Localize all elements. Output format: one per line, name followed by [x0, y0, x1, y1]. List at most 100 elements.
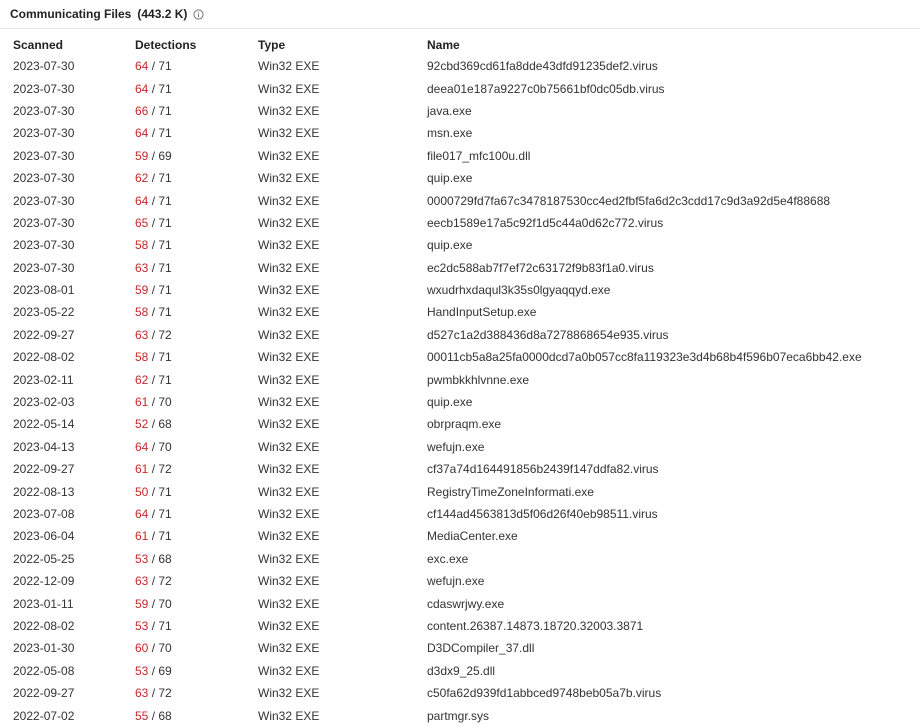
detections-cell[interactable]: 59 / 70 [129, 592, 252, 614]
detections-cell[interactable]: 53 / 69 [129, 660, 252, 682]
detections-cell[interactable]: 63 / 72 [129, 570, 252, 592]
table-row[interactable]: 2022-08-02 58 / 71 Win32 EXE 00011cb5a8a25f… [7, 346, 901, 368]
file-name-link[interactable]: wefujn.exe [421, 436, 901, 458]
detections-cell[interactable]: 53 / 68 [129, 548, 252, 570]
column-header-name[interactable]: Name [421, 35, 901, 55]
detections-cell[interactable]: 64 / 71 [129, 77, 252, 99]
table-row[interactable]: 2023-04-13 64 / 70 Win32 EXE wefujn.exe [7, 436, 901, 458]
detections-cell[interactable]: 62 / 71 [129, 167, 252, 189]
table-row[interactable]: 2022-12-09 63 / 72 Win32 EXE wefujn.exe [7, 570, 901, 592]
detections-cell[interactable]: 63 / 72 [129, 324, 252, 346]
file-name-link[interactable]: wxudrhxdaqul3k35s0lgyaqqyd.exe [421, 279, 901, 301]
table-row[interactable]: 2022-07-02 55 / 68 Win32 EXE partmgr.sys [7, 704, 901, 726]
detections-cell[interactable]: 61 / 71 [129, 525, 252, 547]
file-type: Win32 EXE [258, 462, 320, 477]
detections-cell[interactable]: 62 / 71 [129, 368, 252, 390]
detections-cell[interactable]: 66 / 71 [129, 100, 252, 122]
scanned-date: 2023-07-30 [13, 171, 75, 186]
table-row[interactable]: 2023-07-30 63 / 71 Win32 EXE ec2dc588ab7f7e… [7, 257, 901, 279]
table-row[interactable]: 2023-01-30 60 / 70 Win32 EXE D3DCompiler_37… [7, 637, 901, 659]
detections-cell[interactable]: 50 / 71 [129, 480, 252, 502]
file-name-link[interactable]: pwmbkkhlvnne.exe [421, 368, 901, 390]
table-row[interactable]: 2022-08-13 50 / 71 Win32 EXE RegistryTimeZo… [7, 480, 901, 502]
file-name-link[interactable]: file017_mfc100u.dll [421, 145, 901, 167]
table-row[interactable]: 2023-07-30 65 / 71 Win32 EXE eecb1589e17a5c… [7, 212, 901, 234]
file-name-link[interactable]: 0000729fd7fa67c3478187530cc4ed2fbf5fa6d2… [421, 189, 901, 211]
detections-cell[interactable]: 55 / 68 [129, 704, 252, 726]
detections-cell[interactable]: 64 / 71 [129, 122, 252, 144]
table-row[interactable]: 2023-07-30 64 / 71 Win32 EXE 0000729fd7fa67… [7, 189, 901, 211]
file-name-link[interactable]: cdaswrjwy.exe [421, 592, 901, 614]
table-row[interactable]: 2022-09-27 63 / 72 Win32 EXE c50fa62d939fd1… [7, 682, 901, 704]
detections-cell[interactable]: 60 / 70 [129, 637, 252, 659]
table-row[interactable]: 2023-07-30 59 / 69 Win32 EXE file017_mfc100… [7, 145, 901, 167]
detections-cell[interactable]: 63 / 71 [129, 257, 252, 279]
table-row[interactable]: 2023-07-30 64 / 71 Win32 EXE msn.exe [7, 122, 901, 144]
table-row[interactable]: 2022-09-27 63 / 72 Win32 EXE d527c1a2d38843… [7, 324, 901, 346]
table-row[interactable]: 2022-05-08 53 / 69 Win32 EXE d3dx9_25.dll [7, 660, 901, 682]
table-row[interactable]: 2023-02-03 61 / 70 Win32 EXE quip.exe [7, 391, 901, 413]
table-row[interactable]: 2022-09-27 61 / 72 Win32 EXE cf37a74d164491… [7, 458, 901, 480]
detections-positive: 64 [135, 126, 149, 141]
file-name-link[interactable]: D3DCompiler_37.dll [421, 637, 901, 659]
detections-cell[interactable]: 64 / 70 [129, 436, 252, 458]
detections-cell[interactable]: 59 / 69 [129, 145, 252, 167]
file-name-link[interactable]: MediaCenter.exe [421, 525, 901, 547]
table-row[interactable]: 2023-06-04 61 / 71 Win32 EXE MediaCenter.ex… [7, 525, 901, 547]
file-name-link[interactable]: 92cbd369cd61fa8dde43dfd91235def2.virus [421, 55, 901, 77]
file-name-link[interactable]: deea01e187a9227c0b75661bf0dc05db.virus [421, 77, 901, 99]
table-row[interactable]: 2023-07-30 66 / 71 Win32 EXE java.exe [7, 100, 901, 122]
file-name-link[interactable]: RegistryTimeZoneInformati.exe [421, 480, 901, 502]
table-row[interactable]: 2023-07-30 58 / 71 Win32 EXE quip.exe [7, 234, 901, 256]
file-name-link[interactable]: wefujn.exe [421, 570, 901, 592]
table-row[interactable]: 2022-08-02 53 / 71 Win32 EXE content.26387.… [7, 615, 901, 637]
table-row[interactable]: 2022-05-14 52 / 68 Win32 EXE obrpraqm.exe [7, 413, 901, 435]
detections-cell[interactable]: 58 / 71 [129, 346, 252, 368]
file-name-link[interactable]: java.exe [421, 100, 901, 122]
file-name-link[interactable]: quip.exe [421, 234, 901, 256]
file-name-link[interactable]: quip.exe [421, 167, 901, 189]
file-name-link[interactable]: ec2dc588ab7f7ef72c63172f9b83f1a0.virus [421, 257, 901, 279]
file-name-link[interactable]: eecb1589e17a5c92f1d5c44a0d62c772.virus [421, 212, 901, 234]
detections-cell[interactable]: 52 / 68 [129, 413, 252, 435]
detections-separator: / [148, 462, 159, 477]
column-header-scanned[interactable]: Scanned [7, 35, 129, 55]
file-name-link[interactable]: d3dx9_25.dll [421, 660, 901, 682]
table-row[interactable]: 2023-07-30 62 / 71 Win32 EXE quip.exe [7, 167, 901, 189]
file-name-link[interactable]: msn.exe [421, 122, 901, 144]
file-name-link[interactable]: 00011cb5a8a25fa0000dcd7a0b057cc8fa119323… [421, 346, 901, 368]
column-header-type[interactable]: Type [252, 35, 421, 55]
detections-cell[interactable]: 64 / 71 [129, 189, 252, 211]
table-row[interactable]: 2023-07-08 64 / 71 Win32 EXE cf144ad4563813… [7, 503, 901, 525]
detections-cell[interactable]: 53 / 71 [129, 615, 252, 637]
info-circle-icon[interactable] [193, 8, 204, 20]
table-row[interactable]: 2023-07-30 64 / 71 Win32 EXE deea01e187a922… [7, 77, 901, 99]
detections-cell[interactable]: 65 / 71 [129, 212, 252, 234]
detections-cell[interactable]: 61 / 72 [129, 458, 252, 480]
detections-cell[interactable]: 58 / 71 [129, 301, 252, 323]
table-row[interactable]: 2023-01-11 59 / 70 Win32 EXE cdaswrjwy.exe [7, 592, 901, 614]
file-name-link[interactable]: exc.exe [421, 548, 901, 570]
table-row[interactable]: 2023-02-11 62 / 71 Win32 EXE pwmbkkhlvnne.e… [7, 368, 901, 390]
detections-cell[interactable]: 64 / 71 [129, 503, 252, 525]
file-name-link[interactable]: cf144ad4563813d5f06d26f40eb98511.virus [421, 503, 901, 525]
file-name-link[interactable]: quip.exe [421, 391, 901, 413]
table-row[interactable]: 2022-05-25 53 / 68 Win32 EXE exc.exe [7, 548, 901, 570]
table-row[interactable]: 2023-05-22 58 / 71 Win32 EXE HandInputSetup… [7, 301, 901, 323]
table-row[interactable]: 2023-08-01 59 / 71 Win32 EXE wxudrhxdaqul3k… [7, 279, 901, 301]
detections-cell[interactable]: 63 / 72 [129, 682, 252, 704]
column-header-detections[interactable]: Detections [129, 35, 252, 55]
detections-positive: 50 [135, 484, 149, 499]
file-name-link[interactable]: c50fa62d939fd1abbced9748beb05a7b.virus [421, 682, 901, 704]
detections-cell[interactable]: 59 / 71 [129, 279, 252, 301]
detections-cell[interactable]: 64 / 71 [129, 55, 252, 77]
detections-cell[interactable]: 61 / 70 [129, 391, 252, 413]
file-name-link[interactable]: cf37a74d164491856b2439f147ddfa82.virus [421, 458, 901, 480]
file-name-link[interactable]: HandInputSetup.exe [421, 301, 901, 323]
file-name-link[interactable]: d527c1a2d388436d8a7278868654e935.virus [421, 324, 901, 346]
file-name-link[interactable]: content.26387.14873.18720.32003.3871 [421, 615, 901, 637]
file-name-link[interactable]: partmgr.sys [421, 704, 901, 726]
detections-cell[interactable]: 58 / 71 [129, 234, 252, 256]
table-row[interactable]: 2023-07-30 64 / 71 Win32 EXE 92cbd369cd61fa… [7, 55, 901, 77]
file-name-link[interactable]: obrpraqm.exe [421, 413, 901, 435]
